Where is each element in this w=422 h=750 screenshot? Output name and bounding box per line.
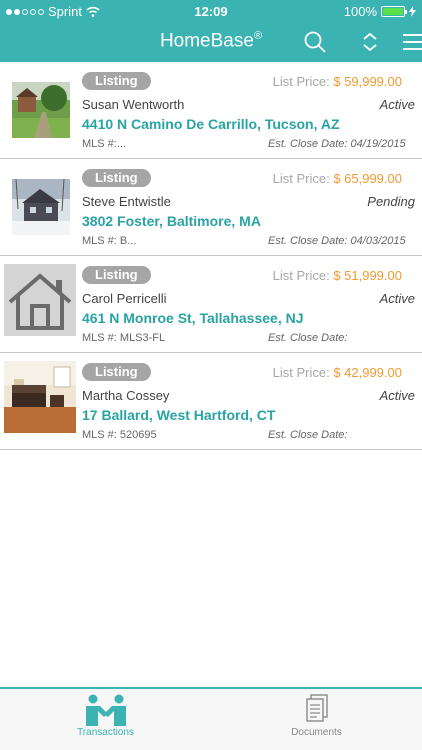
status-right: 100%	[344, 4, 416, 19]
tab-documents-label: Documents	[291, 727, 342, 738]
property-address: 4410 N Camino De Carrillo, Tucson, AZ	[82, 116, 340, 132]
status-label: Pending	[367, 194, 415, 209]
est-close-date: Est. Close Date:	[268, 332, 348, 344]
sort-icon[interactable]	[358, 30, 382, 54]
menu-icon[interactable]	[403, 30, 422, 54]
mls-number: MLS #: B...	[82, 235, 137, 247]
listing-badge: Listing	[82, 363, 151, 381]
list-price: List Price: $ 42,999.00	[272, 365, 402, 380]
list-price: List Price: $ 65,999.00	[272, 171, 402, 186]
documents-icon	[306, 694, 328, 722]
est-close-date: Est. Close Date: 04/03/2015	[268, 235, 406, 247]
property-thumbnail	[12, 179, 70, 235]
property-thumbnail	[4, 361, 76, 433]
listing-badge: Listing	[82, 266, 151, 284]
status-label: Active	[379, 291, 415, 306]
client-name: Carol Perricelli	[82, 291, 167, 306]
mls-number: MLS #:...	[82, 138, 127, 150]
handshake-icon	[86, 694, 126, 726]
status-bar: Sprint 12:09 100%	[0, 0, 422, 22]
house-placeholder-icon	[4, 264, 76, 336]
property-address: 3802 Foster, Baltimore, MA	[82, 213, 261, 229]
tab-transactions-label: Transactions	[77, 727, 134, 738]
property-thumbnail	[12, 82, 70, 138]
transaction-row[interactable]: Listing List Price: $ 51,999.00 Carol Pe…	[0, 256, 422, 353]
nav-bar: HomeBase®	[0, 22, 422, 62]
transaction-row[interactable]: Listing List Price: $ 59,999.00 Susan We…	[0, 62, 422, 159]
status-label: Active	[379, 97, 415, 112]
mls-number: MLS #: MLS3-FL	[82, 332, 166, 344]
battery-icon	[381, 6, 407, 17]
tab-transactions[interactable]: Transactions	[0, 689, 211, 750]
transaction-row[interactable]: Listing List Price: $ 42,999.00 Martha C…	[0, 353, 422, 450]
charging-icon	[409, 6, 416, 17]
list-price: List Price: $ 59,999.00	[272, 74, 402, 89]
listing-badge: Listing	[82, 169, 151, 187]
est-close-date: Est. Close Date:	[268, 429, 348, 441]
property-address: 461 N Monroe St, Tallahassee, NJ	[82, 310, 304, 326]
list-price: List Price: $ 51,999.00	[272, 268, 402, 283]
client-name: Susan Wentworth	[82, 97, 185, 112]
property-address: 17 Ballard, West Hartford, CT	[82, 407, 276, 423]
battery-percentage: 100%	[343, 4, 377, 19]
est-close-date: Est. Close Date: 04/19/2015	[268, 138, 406, 150]
tab-bar: Transactions Documents	[0, 687, 422, 750]
mls-number: MLS #: 520695	[82, 429, 157, 441]
tab-documents[interactable]: Documents	[211, 689, 422, 750]
client-name: Steve Entwistle	[82, 194, 171, 209]
search-icon[interactable]	[303, 30, 327, 54]
transaction-row[interactable]: Listing List Price: $ 65,999.00 Steve En…	[0, 159, 422, 256]
transaction-list: Listing List Price: $ 59,999.00 Susan We…	[0, 62, 422, 450]
listing-badge: Listing	[82, 72, 151, 90]
client-name: Martha Cossey	[82, 388, 170, 403]
status-label: Active	[379, 388, 415, 403]
